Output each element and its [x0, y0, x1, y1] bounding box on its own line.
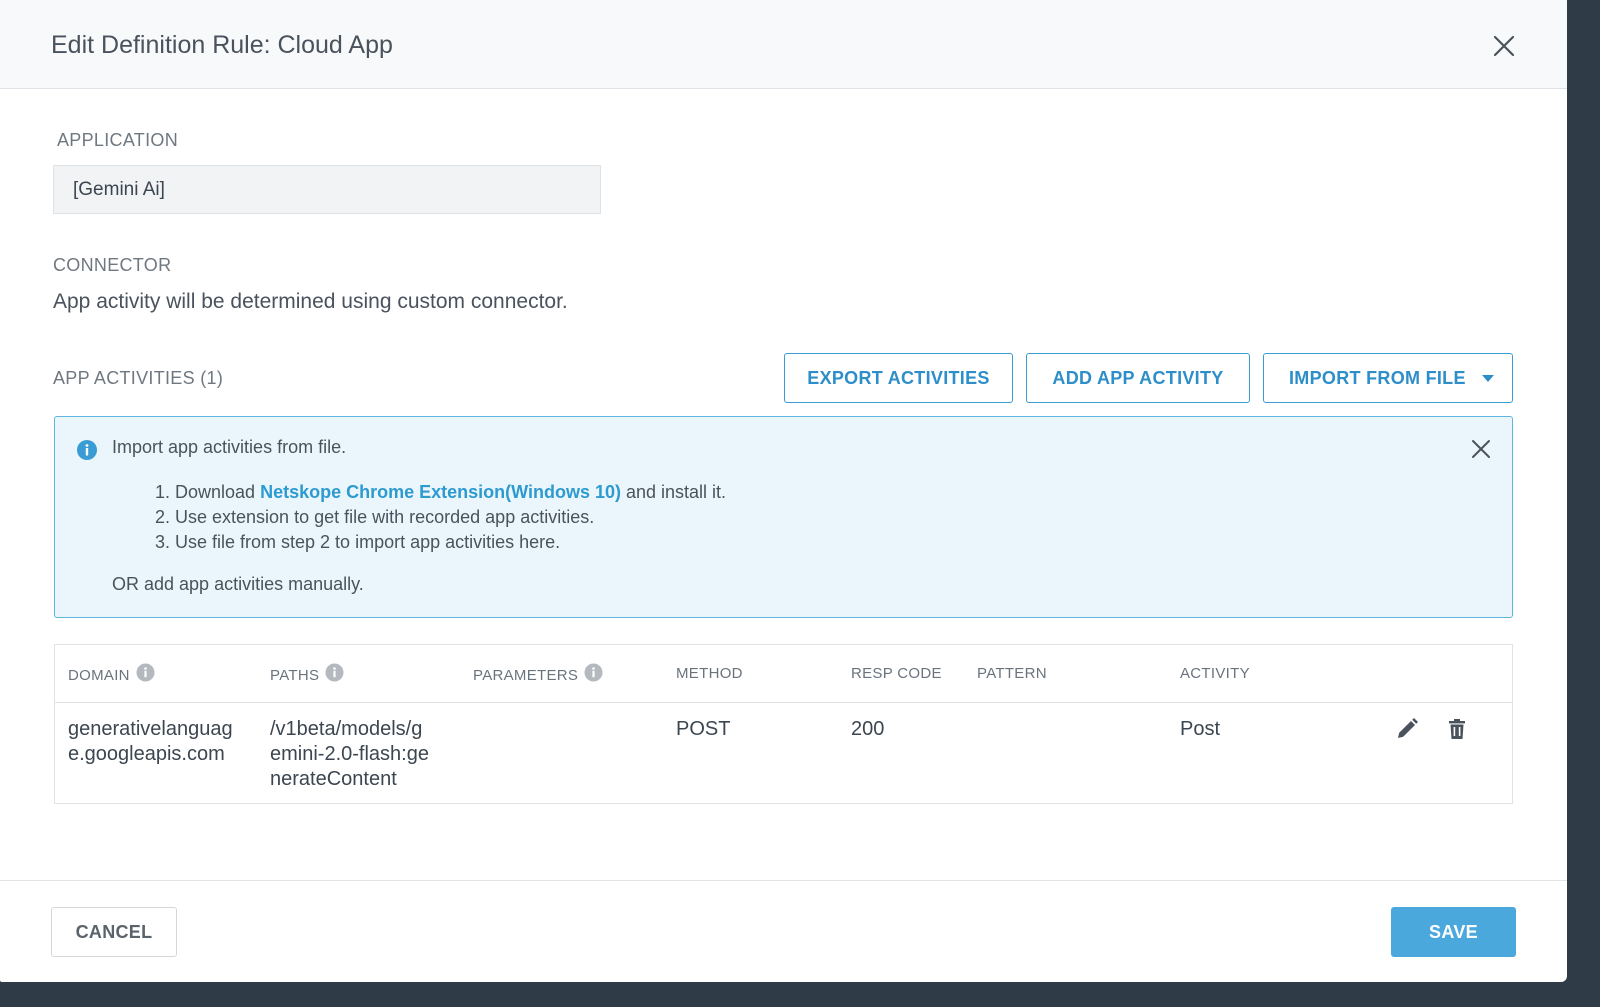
- save-button[interactable]: SAVE: [1391, 907, 1516, 957]
- info-hint-icon[interactable]: [136, 663, 155, 682]
- column-header-activity: ACTIVITY: [1180, 665, 1250, 682]
- cell-line: nerateContent: [270, 768, 397, 790]
- connector-description: App activity will be determined using cu…: [53, 290, 568, 313]
- export-activities-button[interactable]: EXPORT ACTIVITIES: [784, 353, 1013, 403]
- cell-activity: Post: [1180, 718, 1221, 740]
- table-header: DOMAIN PATHS PARAMETERS METHOD RESP CODE…: [55, 645, 1512, 703]
- info-step-2: 2. Use extension to get file with record…: [155, 505, 726, 530]
- trash-icon[interactable]: [1445, 717, 1469, 741]
- dialog-title: Edit Definition Rule: Cloud App: [51, 31, 393, 59]
- step1-suffix: and install it.: [626, 482, 727, 502]
- pencil-icon[interactable]: [1395, 717, 1419, 741]
- cell-paths: /v1beta/models/g emini-2.0-flash:ge nera…: [270, 717, 429, 792]
- cell-resp-code: 200: [851, 718, 885, 740]
- step1-prefix: Download: [175, 482, 256, 502]
- caret-down-icon[interactable]: [1482, 375, 1494, 382]
- chrome-extension-link[interactable]: Netskope Chrome Extension(Windows 10): [260, 482, 621, 502]
- info-circle-icon: [77, 440, 97, 460]
- column-header-parameters: PARAMETERS: [473, 663, 603, 684]
- step-text: Use extension to get file with recorded …: [175, 507, 595, 527]
- cancel-button[interactable]: CANCEL: [51, 907, 177, 957]
- info-heading: Import app activities from file.: [112, 437, 347, 457]
- connector-label: CONNECTOR: [53, 255, 172, 275]
- cell-line: emini-2.0-flash:ge: [270, 743, 429, 765]
- close-icon[interactable]: [1469, 437, 1493, 461]
- info-hint-icon[interactable]: [325, 663, 344, 682]
- cell-domain: generativelanguag e.googleapis.com: [68, 717, 233, 767]
- column-header-paths: PATHS: [270, 663, 344, 684]
- column-label: PARAMETERS: [473, 667, 579, 684]
- activities-table: DOMAIN PATHS PARAMETERS METHOD RESP CODE…: [54, 644, 1513, 804]
- footer-divider: [0, 880, 1567, 881]
- info-step-3: 3. Use file from step 2 to import app ac…: [155, 530, 726, 555]
- application-input[interactable]: [53, 165, 601, 214]
- cell-line: generativelanguag: [68, 718, 233, 740]
- app-activities-label: APP ACTIVITIES (1): [53, 368, 224, 388]
- dialog-header: Edit Definition Rule: Cloud App: [0, 0, 1567, 89]
- import-from-file-button[interactable]: IMPORT FROM FILE: [1263, 353, 1513, 403]
- column-header-method: METHOD: [676, 665, 743, 682]
- step-number: 1.: [155, 482, 171, 502]
- application-label: APPLICATION: [57, 130, 178, 150]
- cell-line: /v1beta/models/g: [270, 718, 423, 740]
- close-icon[interactable]: [1488, 30, 1520, 62]
- column-label: PATHS: [270, 667, 320, 684]
- step-text: Use file from step 2 to import app activ…: [175, 532, 561, 552]
- add-app-activity-button[interactable]: ADD APP ACTIVITY: [1026, 353, 1250, 403]
- column-label: DOMAIN: [68, 667, 130, 684]
- info-hint-icon[interactable]: [584, 663, 603, 682]
- info-step-1: 1. Download Netskope Chrome Extension(Wi…: [155, 480, 726, 505]
- edit-rule-dialog: Edit Definition Rule: Cloud App APPLICAT…: [0, 0, 1567, 982]
- step-text: Download Netskope Chrome Extension(Windo…: [175, 480, 726, 505]
- info-or-text: OR add app activities manually.: [112, 574, 364, 594]
- column-header-resp-code: RESP CODE: [851, 665, 942, 682]
- import-info-panel: Import app activities from file. 1. Down…: [54, 416, 1513, 618]
- cell-method: POST: [676, 718, 731, 740]
- cell-line: e.googleapis.com: [68, 743, 225, 765]
- import-from-file-label: IMPORT FROM FILE: [1289, 367, 1466, 388]
- column-header-domain: DOMAIN: [68, 663, 155, 684]
- info-steps-list: 1. Download Netskope Chrome Extension(Wi…: [155, 480, 726, 555]
- column-header-pattern: PATTERN: [977, 665, 1047, 682]
- step-number: 2.: [155, 507, 171, 527]
- step-number: 3.: [155, 532, 171, 552]
